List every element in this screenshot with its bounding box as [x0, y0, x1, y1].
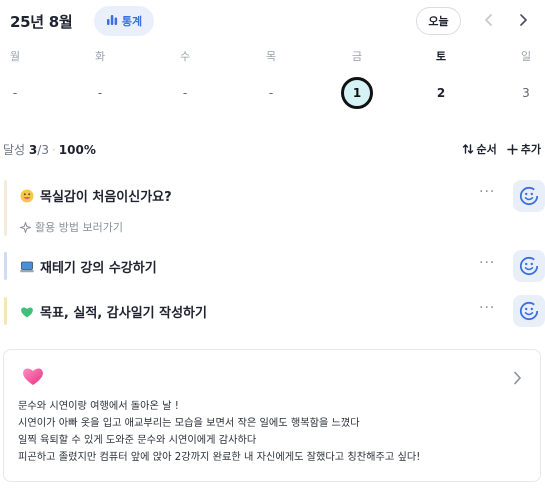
goal-item[interactable]: 목표, 실적, 감사일기 작성하기 ···	[4, 295, 545, 327]
today-date-circle: 1	[341, 77, 373, 109]
day-name: 토	[435, 50, 447, 63]
grinning-face-icon	[20, 189, 34, 203]
goal-title-text: 재테기 강의 수강하기	[40, 261, 157, 276]
plus-icon	[507, 143, 518, 155]
smile-check-icon	[519, 301, 539, 321]
smile-check-icon	[519, 256, 539, 276]
day-value: -	[97, 86, 103, 100]
day-tue[interactable]: 화 -	[80, 48, 120, 110]
day-name: 수	[179, 50, 191, 63]
laptop-icon	[20, 260, 34, 274]
day-value: -	[182, 86, 188, 100]
emoji-check-button[interactable]	[513, 180, 545, 212]
reorder-button[interactable]: 순서	[462, 141, 497, 157]
stats-label: 통계	[121, 15, 143, 28]
stats-button[interactable]: 통계	[94, 6, 154, 36]
more-options-button[interactable]: ···	[479, 255, 495, 271]
diary-text: 문수와 시연이랑 여행에서 돌아온 날 ! 시연이가 아빠 옷을 입고 애교부리…	[18, 398, 420, 466]
diary-line: 피곤하고 졸렸지만 컴퓨터 앞에 앉아 2강까지 완료한 내 자신에게도 잘했다…	[18, 452, 421, 463]
goal-color-bar	[4, 297, 7, 325]
calendar-header: 25년 8월 통계 오늘	[6, 6, 545, 36]
achievement-summary: 달성 3/3 · 100%	[3, 143, 96, 157]
how-to-use-link[interactable]: 활용 방법 보러가기	[20, 219, 123, 235]
day-thu[interactable]: 목 -	[251, 48, 291, 110]
day-wed[interactable]: 수 -	[165, 48, 205, 110]
more-options-button[interactable]: ···	[479, 184, 495, 200]
day-sat[interactable]: 토 2	[421, 48, 461, 110]
goal-title: 목실감이 처음이신가요?	[20, 186, 172, 205]
emoji-check-button[interactable]	[513, 250, 545, 282]
chevron-right-icon[interactable]	[513, 370, 522, 389]
sort-arrows-icon	[462, 144, 473, 154]
diary-line: 일찍 육퇴할 수 있게 도와준 문수와 시연이에게 감사하다	[18, 435, 257, 446]
achievement-label: 달성	[3, 143, 26, 157]
achievement-total: /3	[37, 143, 49, 157]
day-name: 금	[351, 50, 363, 63]
goal-color-bar	[4, 252, 7, 280]
goal-title-text: 목실감이 처음이신가요?	[40, 190, 172, 205]
achievement-percent: 100%	[58, 143, 96, 157]
gratitude-diary-card[interactable]: 문수와 시연이랑 여행에서 돌아온 날 ! 시연이가 아빠 옷을 입고 애교부리…	[3, 349, 541, 482]
pink-heart-icon	[21, 364, 45, 388]
goal-actions: 순서 추가	[462, 141, 541, 157]
goal-color-bar	[4, 180, 7, 236]
day-value: 2	[436, 86, 446, 100]
diary-line: 문수와 시연이랑 여행에서 돌아온 날 !	[18, 401, 179, 412]
goal-item[interactable]: 재테기 강의 수강하기 ···	[4, 250, 545, 282]
chevron-left-icon	[485, 14, 492, 26]
day-name: 월	[9, 50, 21, 63]
diary-line: 시연이가 아빠 옷을 입고 애교부리는 모습을 보면서 작은 일에도 행복함을 …	[18, 418, 360, 429]
chevron-right-icon	[520, 14, 527, 26]
goal-title-text: 목표, 실적, 감사일기 작성하기	[40, 306, 207, 321]
today-button[interactable]: 오늘	[416, 7, 461, 35]
day-value: -	[268, 86, 274, 100]
day-value: -	[12, 86, 18, 100]
goal-title: 목표, 실적, 감사일기 작성하기	[20, 302, 207, 321]
day-sun[interactable]: 일 3	[506, 48, 545, 110]
sparkle-icon	[20, 221, 31, 233]
reorder-label: 순서	[476, 143, 497, 156]
green-heart-icon	[20, 305, 34, 319]
bar-chart-icon	[106, 14, 118, 29]
day-value: 3	[522, 86, 530, 100]
next-week-button[interactable]	[513, 10, 533, 30]
add-goal-button[interactable]: 추가	[507, 141, 541, 157]
week-strip: 월 - 화 - 수 - 목 - 금 1 토 2 일 3	[0, 48, 545, 110]
day-name: 목	[265, 50, 277, 63]
add-label: 추가	[520, 143, 541, 156]
month-title[interactable]: 25년 8월	[10, 11, 73, 32]
emoji-check-button[interactable]	[513, 295, 545, 327]
day-name: 일	[520, 50, 532, 63]
day-mon[interactable]: 월 -	[0, 48, 35, 110]
prev-week-button[interactable]	[479, 10, 499, 30]
goal-item[interactable]: 목실감이 처음이신가요? 활용 방법 보러가기 ···	[4, 180, 545, 238]
more-options-button[interactable]: ···	[479, 300, 495, 316]
day-name: 화	[94, 50, 106, 63]
smile-check-icon	[519, 186, 539, 206]
day-fri[interactable]: 금 1	[337, 48, 377, 110]
how-to-use-label: 활용 방법 보러가기	[35, 221, 123, 234]
goal-title: 재테기 강의 수강하기	[20, 257, 157, 276]
